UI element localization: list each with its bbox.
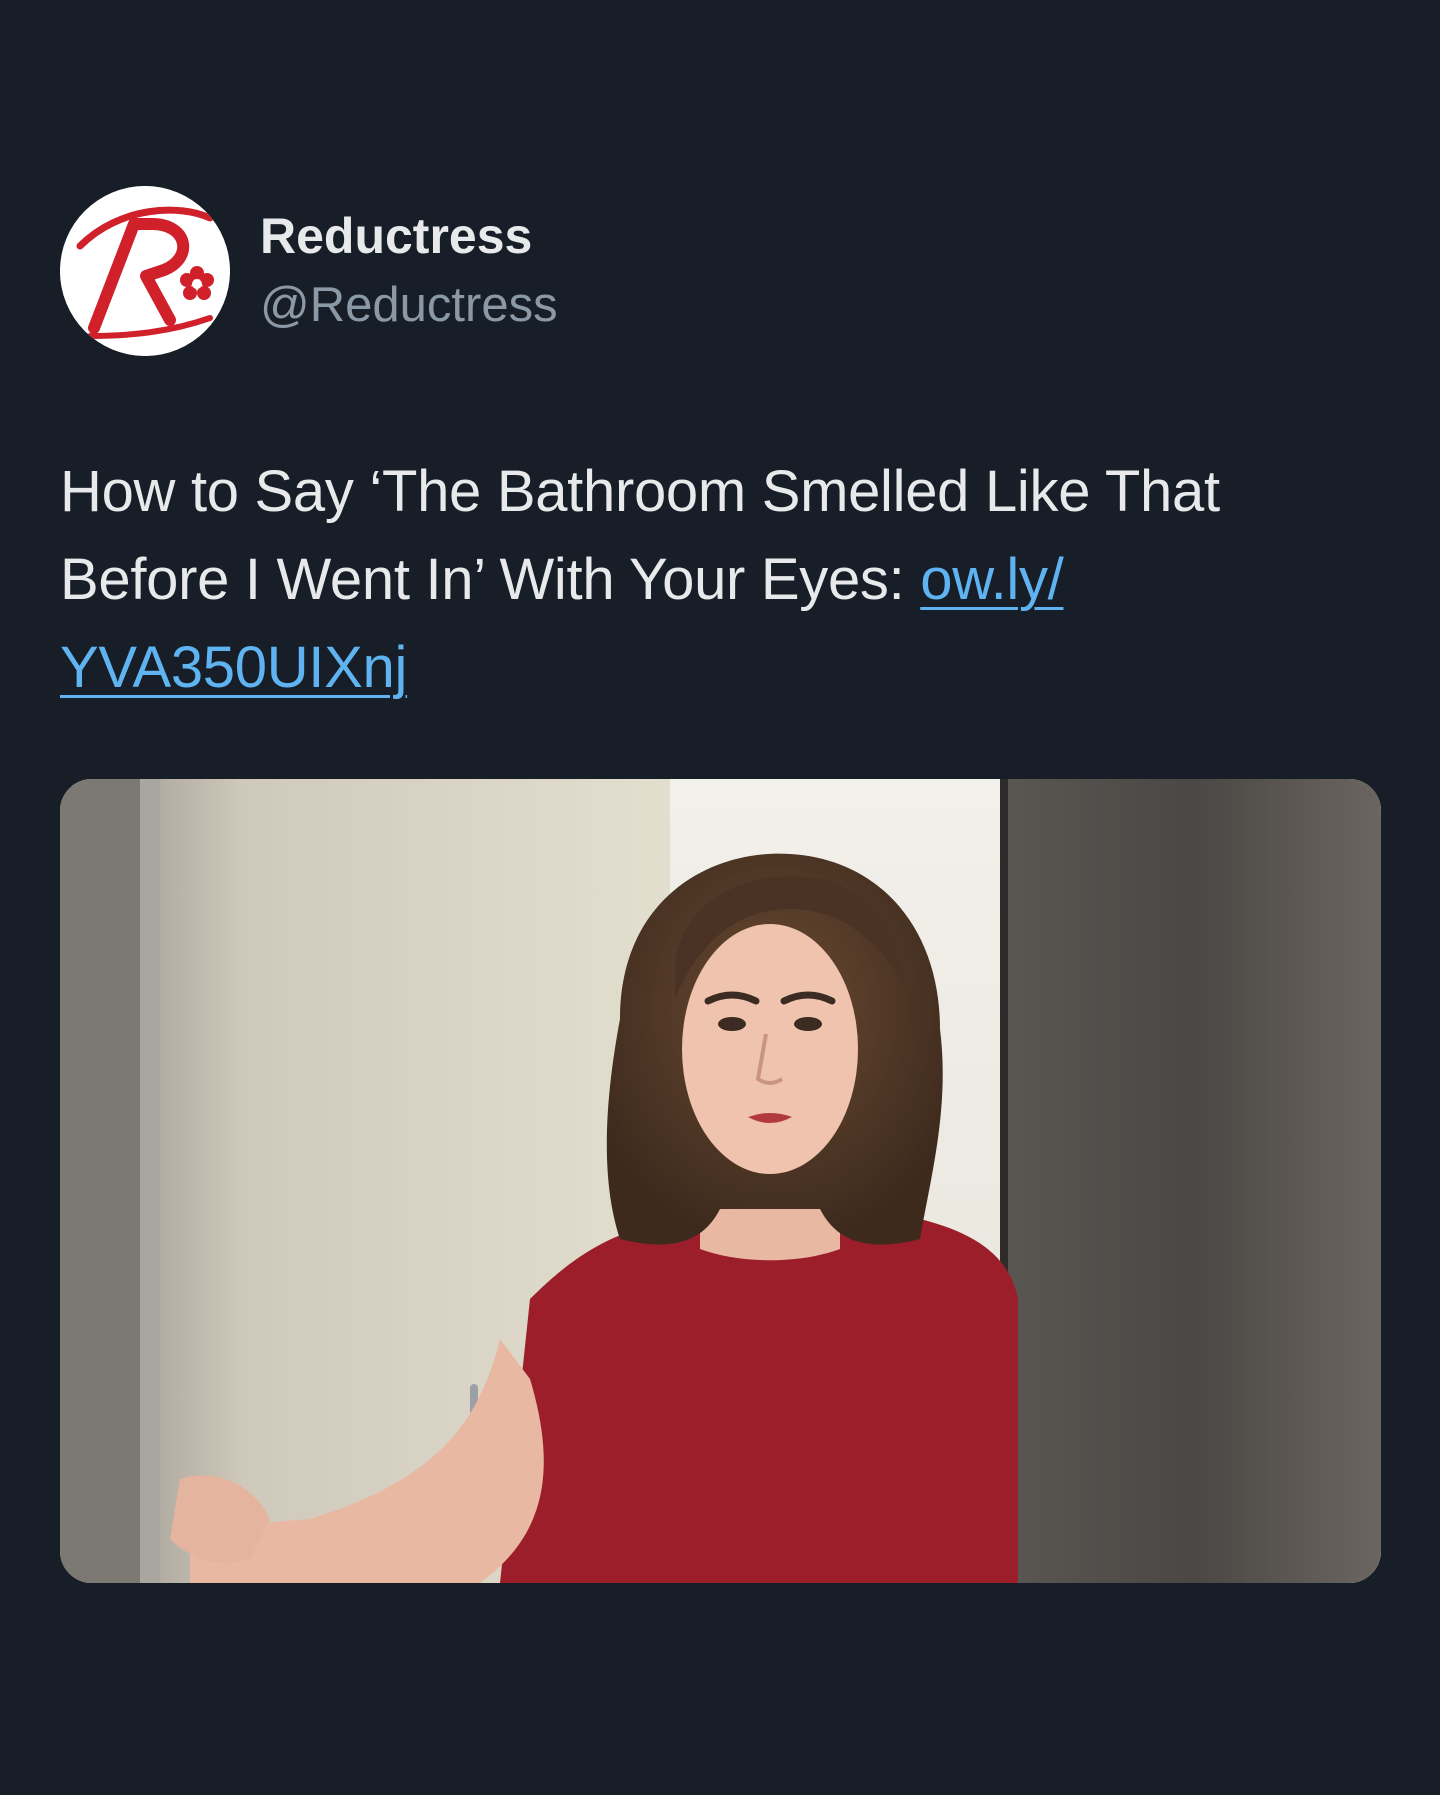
tweet-link-part1: ow.ly/ — [920, 547, 1064, 612]
display-name[interactable]: Reductress — [260, 204, 558, 268]
reductress-logo-icon — [60, 186, 230, 356]
tweet-media-photo[interactable] — [60, 779, 1381, 1583]
author-names: Reductress @Reductress — [260, 204, 558, 338]
tweet-header: Reductress @Reductress — [60, 186, 558, 356]
photo-bathroom-stall-woman — [60, 779, 1381, 1583]
tweet-link-part2: YVA350UIXnj — [60, 635, 408, 700]
tweet-text: How to Say ‘The Bathroom Smelled Like Th… — [60, 448, 1390, 712]
avatar[interactable] — [60, 186, 230, 356]
author-handle[interactable]: @Reductress — [260, 272, 558, 338]
